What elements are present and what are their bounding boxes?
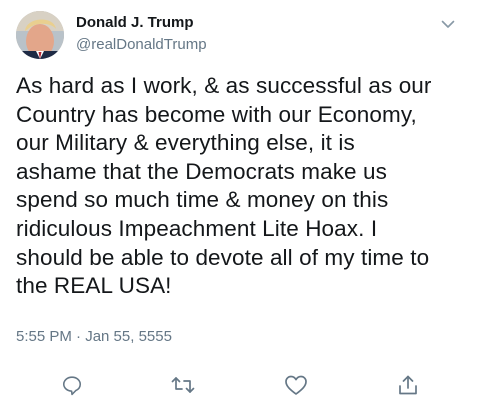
reply-icon [62, 376, 82, 396]
author-display-name[interactable]: Donald J. Trump [76, 14, 194, 31]
retweet-icon [171, 377, 195, 393]
reply-button[interactable] [59, 372, 85, 398]
tweet-text: As hard as I work, & as successful as ou… [16, 73, 432, 299]
retweet-button[interactable] [170, 372, 196, 398]
tweet-menu-button[interactable] [437, 13, 459, 35]
profile-photo [16, 11, 64, 59]
chevron-down-icon [441, 20, 455, 28]
share-button[interactable] [395, 372, 421, 398]
heart-icon [285, 375, 307, 395]
tweet-action-bar [0, 368, 480, 402]
tweet-timestamp[interactable]: 5:55 PM · Jan 55, 5555 [16, 328, 172, 345]
avatar[interactable] [16, 11, 64, 59]
share-icon [399, 375, 417, 395]
tweet-card: Donald J. Trump @realDonaldTrump As hard… [0, 0, 480, 410]
like-button[interactable] [283, 372, 309, 398]
author-handle[interactable]: @realDonaldTrump [76, 36, 207, 53]
